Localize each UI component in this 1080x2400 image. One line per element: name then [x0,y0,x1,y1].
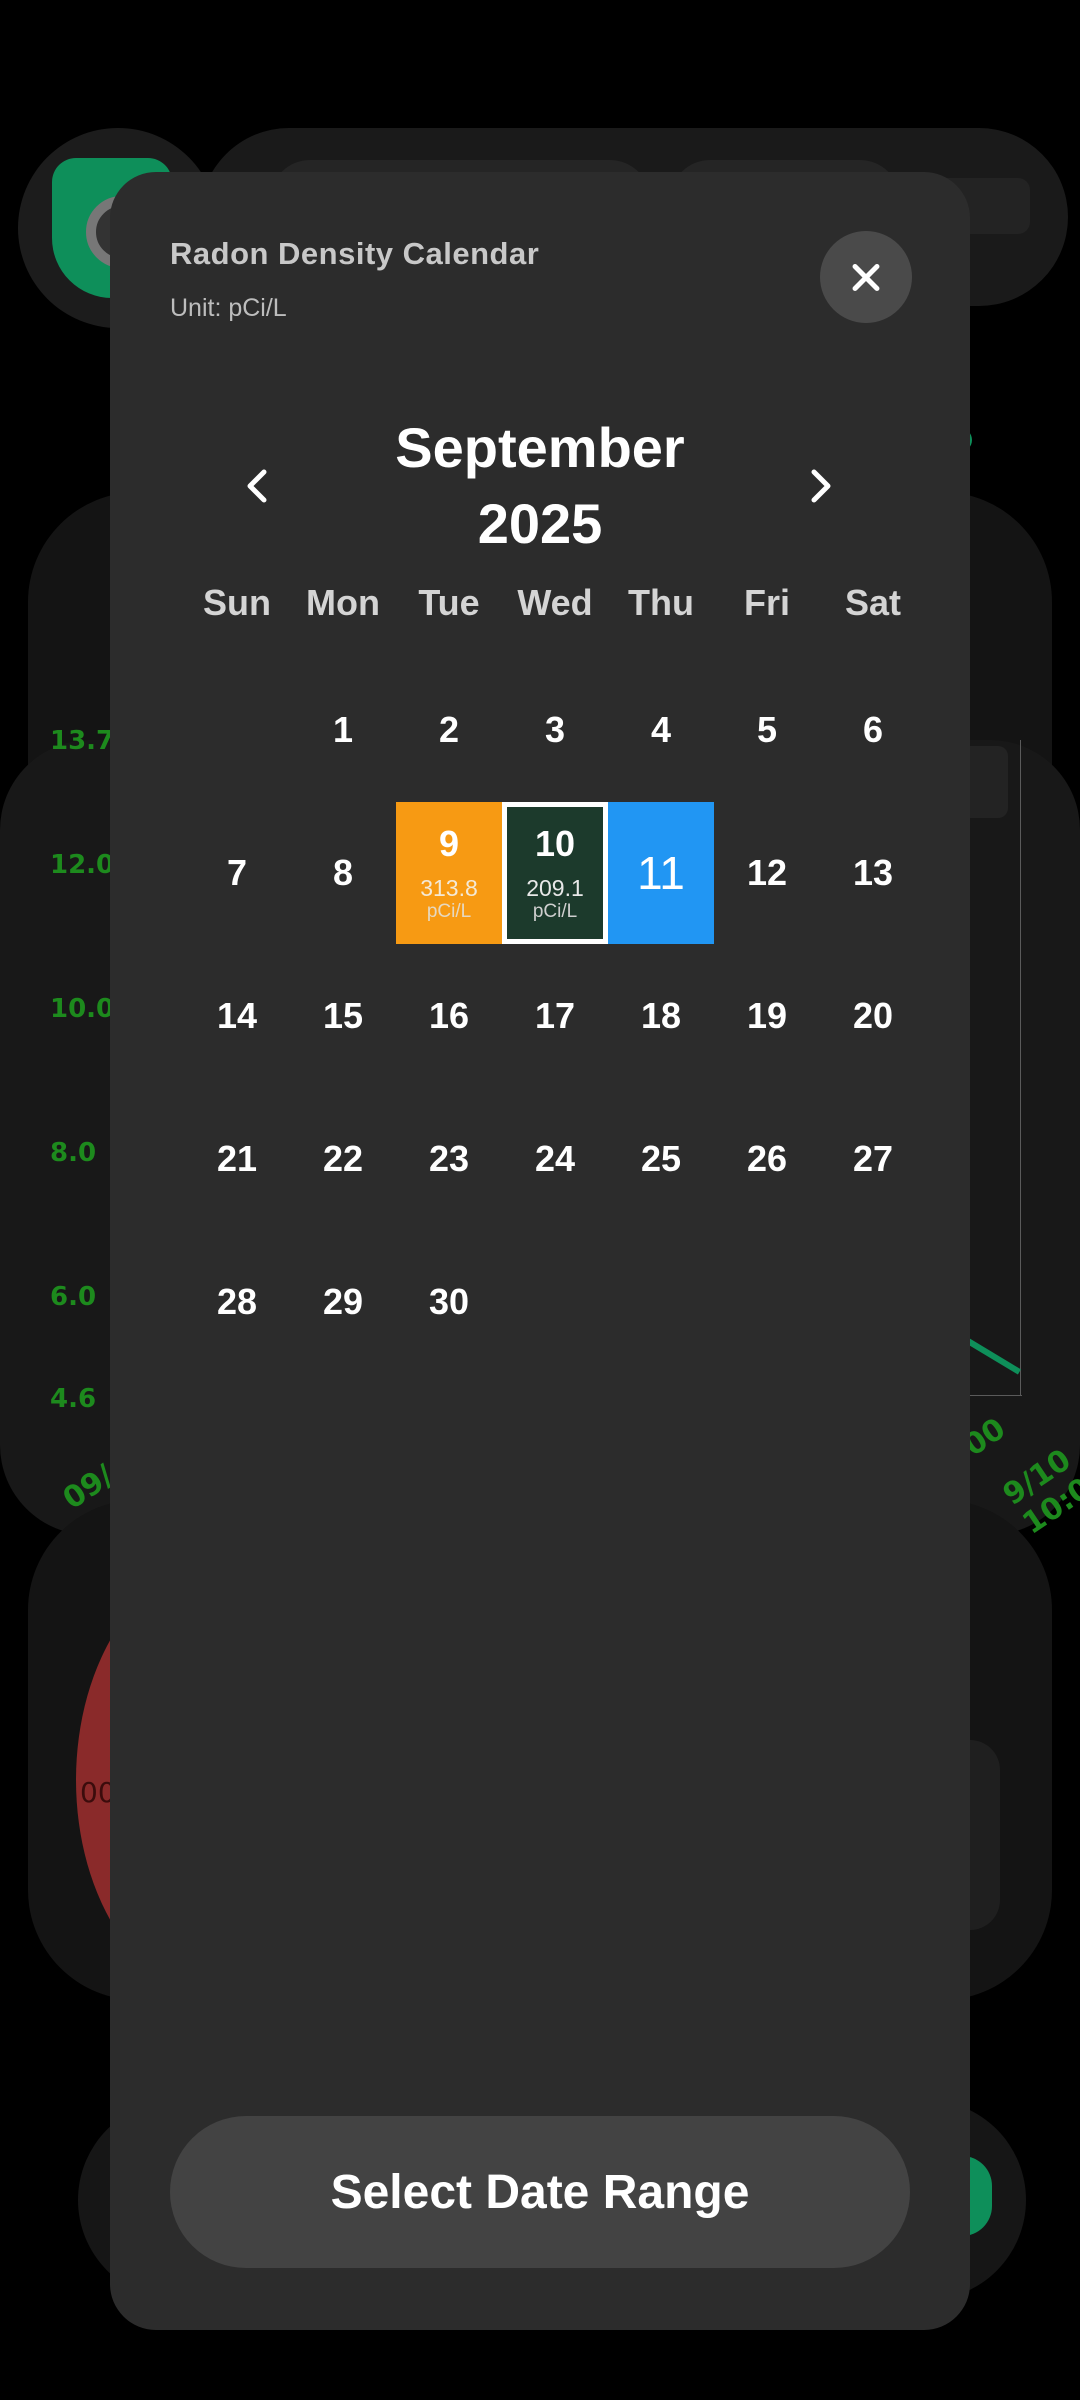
day-number: 20 [852,995,894,1036]
modal-title: Radon Density Calendar [170,236,540,271]
weekday-sat: Sat [844,582,902,623]
y-axis-label: 8.0 [50,1138,97,1168]
calendar-day[interactable]: 25 [608,1088,714,1230]
day-number: 29 [322,1281,364,1322]
day-number: 15 [322,995,364,1036]
radon-unit: pCi/L [532,901,578,922]
weekday-mon: Mon [306,582,380,623]
calendar-day[interactable]: 26 [714,1088,820,1230]
day-number: 27 [852,1138,894,1179]
calendar-day[interactable]: 6 [820,659,926,801]
day-number: 24 [534,1138,576,1179]
calendar-day[interactable]: 12 [714,802,820,944]
day-number: 8 [332,852,354,893]
calendar-day[interactable]: 30 [396,1231,502,1373]
calendar-day[interactable]: 23 [396,1088,502,1230]
day-number: 28 [216,1281,258,1322]
select-date-range-button[interactable]: Select Date Range [170,2116,910,2268]
day-number: 12 [746,852,788,893]
chevron-left-icon [247,469,267,503]
chevron-right-icon [811,469,831,503]
day-number: 17 [534,995,576,1036]
calendar-day[interactable]: 14 [184,945,290,1087]
calendar-day[interactable]: 5 [714,659,820,801]
calendar-day[interactable]: 2 [396,659,502,801]
calendar-day[interactable]: 19 [714,945,820,1087]
calendar-day[interactable]: 13 [820,802,926,944]
day-number: 5 [756,709,778,750]
calendar-day[interactable]: 3 [502,659,608,801]
unit-label: Unit: pCi/L [170,294,287,322]
calendar-day-with-reading[interactable]: 9 313.8 pCi/L [396,802,502,944]
year: 2025 [477,492,603,555]
radon-unit: pCi/L [426,901,472,922]
weekday-wed: Wed [517,582,593,623]
weekday-sun: Sun [203,582,271,623]
y-axis-label: 13.7 [50,726,115,756]
day-number: 25 [640,1138,682,1179]
day-number: 22 [322,1138,364,1179]
day-number: 1 [332,709,354,750]
day-number: 30 [428,1281,470,1322]
month-name: September [395,416,685,479]
day-number: 2 [438,709,460,750]
weekday-header: Sun Mon Tue Wed Thu Fri Sat [184,582,926,642]
prev-month-button[interactable] [228,456,288,516]
day-number: 7 [226,852,248,893]
calendar-day[interactable]: 17 [502,945,608,1087]
calendar-day[interactable]: 15 [290,945,396,1087]
calendar-grid: 1 2 3 4 5 6 7 8 9 313.8 pCi/L 10 209.1 p… [184,659,926,1359]
day-number: 11 [637,847,685,899]
calendar-day[interactable]: 22 [290,1088,396,1230]
calendar-day[interactable]: 4 [608,659,714,801]
day-number: 18 [640,995,682,1036]
weekday-tue: Tue [418,582,480,623]
calendar-day[interactable]: 7 [184,802,290,944]
weekday-fri: Fri [743,582,790,623]
month-year-title: September 2025 [310,410,770,562]
day-number: 26 [746,1138,788,1179]
calendar-day[interactable]: 21 [184,1088,290,1230]
calendar-day[interactable]: 16 [396,945,502,1087]
next-month-button[interactable] [790,456,850,516]
day-number: 19 [746,995,788,1036]
y-axis-label: 10.0 [50,994,115,1024]
day-number: 23 [428,1138,470,1179]
day-number: 16 [428,995,470,1036]
y-axis-label: 12.0 [50,850,115,880]
day-number: 10 [534,823,576,864]
calendar-day[interactable]: 27 [820,1088,926,1230]
calendar-day[interactable]: 24 [502,1088,608,1230]
day-number: 14 [216,995,258,1036]
day-number: 9 [438,823,460,864]
calendar-day[interactable]: 8 [290,802,396,944]
radon-value: 209.1 [526,875,584,901]
calendar-day[interactable]: 18 [608,945,714,1087]
y-axis-label: 4.6 [50,1384,97,1414]
calendar-day[interactable]: 20 [820,945,926,1087]
y-axis-label: 6.0 [50,1282,97,1312]
day-number: 3 [544,709,566,750]
close-button[interactable] [820,231,912,323]
radon-value: 313.8 [420,875,478,901]
day-number: 4 [650,709,672,750]
day-number: 13 [852,852,894,893]
calendar-day-today[interactable]: 11 [608,802,714,944]
calendar-day[interactable]: 28 [184,1231,290,1373]
calendar-modal: Radon Density Calendar Unit: pCi/L Septe… [110,172,970,2330]
day-number: 6 [862,709,884,750]
day-number: 21 [216,1138,258,1179]
weekday-thu: Thu [628,582,694,623]
calendar-day-selected[interactable]: 10 209.1 pCi/L [502,802,608,944]
calendar-day[interactable]: 29 [290,1231,396,1373]
plot-border [1020,740,1021,1395]
calendar-day[interactable]: 1 [290,659,396,801]
